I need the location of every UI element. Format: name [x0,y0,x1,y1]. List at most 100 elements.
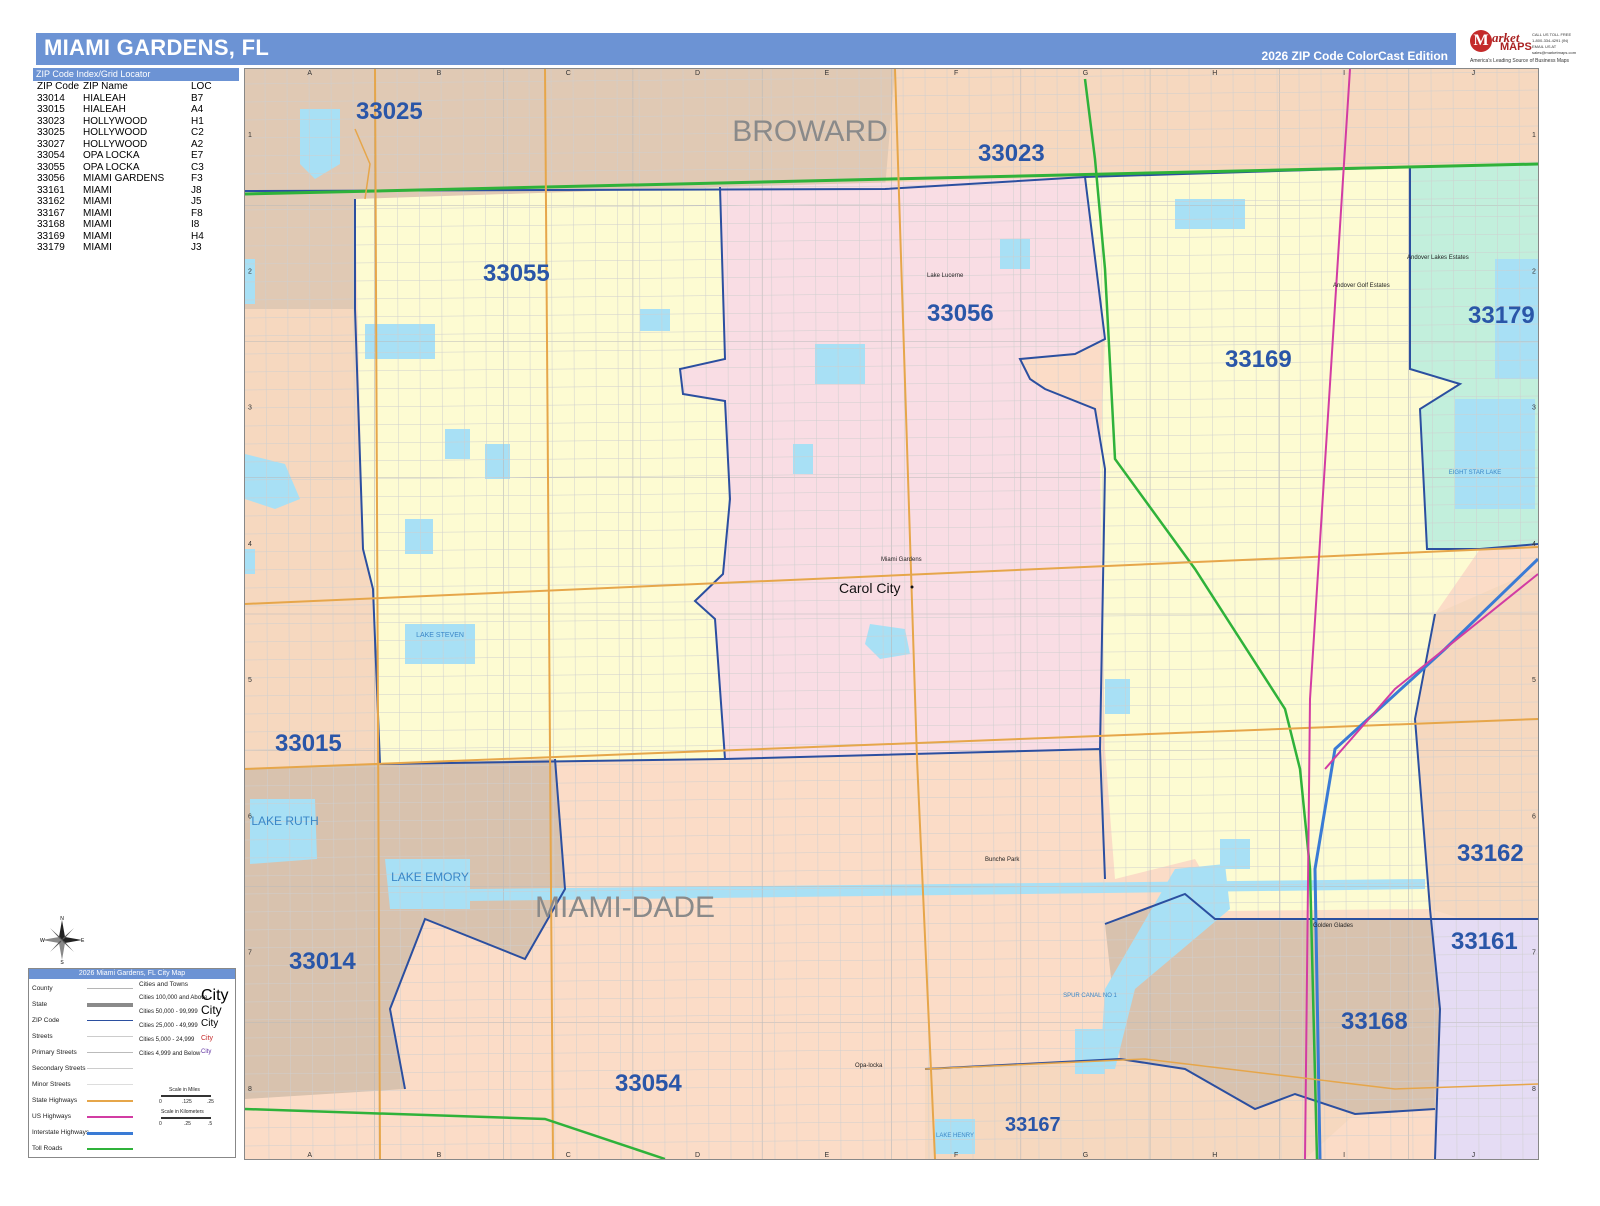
zip-index-row[interactable]: 33056 MIAMI GARDENS F3 [37,173,223,185]
map-title: MIAMI GARDENS, FL [44,35,270,60]
zip-index-row[interactable]: 33055 OPA LOCKA C3 [37,162,223,174]
zip-code-cell: 33056 [37,173,65,184]
legend-item-interstate: Interstate Highways [32,1129,90,1136]
grid-row-label-right: 1 [1532,132,1536,139]
zip-label-33055: 33055 [483,260,550,287]
zip-loc-cell: F3 [191,173,203,184]
place-andover-lakes-estates: Andover Lakes Estates [1407,255,1469,261]
grid-col-label-top: A [307,70,312,77]
water-label-eight-star-lake: EIGHT STAR LAKE [1449,470,1501,476]
legend-scale-km-bar [161,1117,211,1119]
zip-label-33162: 33162 [1457,840,1524,867]
zip-code-cell: 33167 [37,207,65,219]
zip-loc-cell: F8 [191,207,203,219]
edition-label: 2026 ZIP Code ColorCast Edition [1261,49,1448,63]
zip-code-cell: 33015 [37,104,65,115]
zip-region-33056[interactable] [680,177,1105,759]
legend-symbol-toll [87,1148,133,1150]
zip-label-33014: 33014 [289,948,356,975]
zip-loc-cell: J8 [191,184,202,196]
zip-label-33169: 33169 [1225,346,1292,373]
place-golden-glades: Golden Glades [1313,923,1353,929]
zip-loc-cell: J3 [191,242,202,253]
zip-name-cell: HOLLYWOOD [83,127,148,138]
legend-scale-miles-bar [161,1095,211,1097]
pond-33168 [1075,1029,1105,1074]
grid-col-label-bottom: E [825,1152,830,1159]
grid-col-label-bottom: C [566,1152,571,1159]
zip-index-row[interactable]: 33162 MIAMI J5 [37,196,223,208]
legend-city-sample-3: City [201,1018,219,1029]
zip-label-33054: 33054 [615,1070,682,1097]
legend-item-county: County [32,985,53,992]
zip-name-cell: MIAMI [83,242,112,253]
map-area[interactable]: AABBCCDDEEFFGGHHIIJJ1122334455667788 BRO… [244,68,1539,1160]
legend-scale-km-tick-1: .25 [184,1121,191,1127]
zip-label-33179: 33179 [1468,302,1535,329]
logo-contact: CALL US TOLL FREE 1-800-334-4291 (IN) EM… [1532,32,1577,55]
zip-index-row[interactable]: 33167 MIAMI F8 [37,208,223,220]
zip-index-row[interactable]: 33054 OPA LOCKA E7 [37,150,223,162]
logo-tagline: America's Leading Source of Business Map… [1470,58,1570,64]
legend-symbol-primary [87,1052,133,1053]
zip-index-row[interactable]: 33161 MIAMI J8 [37,185,223,197]
water-label-lake-ruth: LAKE RUTH [251,814,318,828]
zip-label-33015: 33015 [275,730,342,757]
zip-name-cell: HIALEAH [83,92,126,104]
zip-index-row[interactable]: 33025 HOLLYWOOD C2 [37,127,223,139]
place-lake-lucerne: Lake Lucerne [927,273,964,279]
grid-col-label-bottom: J [1472,1152,1476,1159]
legend-city-range-4: Cities 5,000 - 24,999 [139,1037,195,1043]
legend-city-range-2: Cities 50,000 - 99,999 [139,1009,198,1015]
grid-row-label-right: 5 [1532,677,1536,684]
legend-scale-miles-label: Scale in Miles [169,1087,200,1093]
col-header-zip: ZIP Code [37,81,80,92]
zip-code-cell: 33161 [37,184,65,196]
pond-33056 [793,444,813,474]
legend-city-sample-4: City [201,1035,214,1042]
grid-row-label-right: 4 [1532,541,1536,548]
legend-city-range-1: Cities 100,000 and Above [139,995,208,1001]
zip-label-33023: 33023 [978,140,1045,167]
city-dot-carol-city [910,585,914,589]
zip-loc-cell: B7 [191,92,204,104]
water-label-lake-henry: LAKE HENRY [936,1133,974,1139]
zip-name-cell: MIAMI [83,196,112,207]
zip-index-row[interactable]: 33023 HOLLYWOOD H1 [37,116,223,128]
zip-index-row[interactable]: 33027 HOLLYWOOD A2 [37,139,223,151]
legend-scale-km-label: Scale in Kilometers [161,1109,204,1115]
legend-item-secondary: Secondary Streets [32,1065,86,1072]
compass-rose-icon: N S W E [40,916,85,964]
grid-col-label-bottom: B [437,1152,442,1159]
zip-loc-cell: A4 [191,104,204,115]
legend-item-state-hwy: State Highways [32,1097,78,1104]
zip-loc-cell: C2 [191,127,204,138]
legend-scale-km-tick-0: 0 [159,1121,162,1127]
zip-index-row[interactable]: 33168 MIAMI I8 [37,219,223,231]
zip-name-cell: HOLLYWOOD [83,138,148,150]
grid-row-label-right: 6 [1532,813,1536,820]
legend-item-minor: Minor Streets [32,1081,71,1088]
zip-loc-cell: H4 [191,230,204,242]
map-legend: 2026 Miami Gardens, FL City Map County S… [28,968,236,1158]
legend-scale-miles-tick-2: .25 [207,1099,214,1105]
legend-city-range-5: Cities 4,999 and Below [139,1051,201,1057]
zip-code-cell: 33169 [37,230,65,242]
zip-index-row[interactable]: 33014 HIALEAH B7 [37,93,223,105]
legend-item-streets: Streets [32,1033,53,1040]
legend-item-zip: ZIP Code [32,1017,60,1024]
grid-row-label-left: 7 [248,950,252,957]
zip-label-33025: 33025 [356,98,423,125]
zip-index-row[interactable]: 33169 MIAMI H4 [37,231,223,243]
zip-index-row[interactable]: 33179 MIAMI J3 [37,242,223,254]
zip-name-cell: MIAMI GARDENS [83,173,165,184]
legend-city-range-3: Cities 25,000 - 49,999 [139,1023,198,1029]
grid-col-label-top: J [1472,70,1476,77]
zip-map[interactable]: AABBCCDDEEFFGGHHIIJJ1 12 23 34 45 56 67 78 8 BRO… [245,69,1538,1159]
water-label-lake-steven: LAKE STEVEN [416,632,464,639]
legend-symbol-zip [87,1020,133,1021]
zip-code-cell: 33055 [37,161,65,173]
zip-index-row[interactable]: 33015 HIALEAH A4 [37,104,223,116]
grid-row-label-right: 8 [1532,1086,1536,1093]
legend-heading: 2026 Miami Gardens, FL City Map [29,969,235,979]
